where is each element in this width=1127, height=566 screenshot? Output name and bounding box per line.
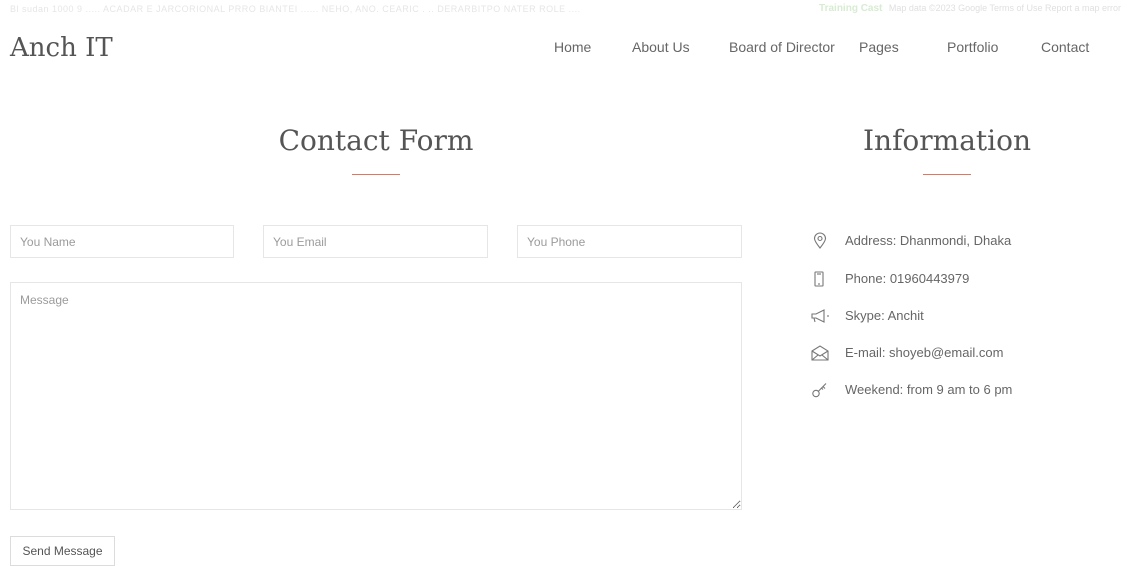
top-map-strip: Bl sudan 1000 9 ..... ACADAR E JARCORION… (0, 0, 1127, 26)
information-title: Information (862, 124, 1032, 157)
contact-title-underline (352, 174, 400, 175)
envelope-icon (810, 344, 830, 362)
key-icon (810, 381, 830, 399)
info-skype: Skype: Anchit (810, 307, 1120, 327)
nav-home[interactable]: Home (554, 39, 591, 55)
info-weekend-text: Weekend: from 9 am to 6 pm (845, 382, 1013, 397)
contact-form-title: Contact Form (278, 124, 474, 157)
info-phone: Phone: 01960443979 (810, 270, 1120, 290)
phone-icon (810, 270, 830, 288)
info-email: E-mail: shoyeb@email.com (810, 344, 1120, 364)
map-strip-text: Bl sudan 1000 9 ..... ACADAR E JARCORION… (10, 4, 581, 14)
nav-contact[interactable]: Contact (1041, 39, 1089, 55)
info-email-text: E-mail: shoyeb@email.com (845, 345, 1004, 360)
info-weekend: Weekend: from 9 am to 6 pm (810, 381, 1120, 401)
map-pin-icon (810, 232, 830, 250)
nav-pages[interactable]: Pages (859, 39, 899, 55)
main-nav: Home About Us Board of Director Pages Po… (0, 39, 1127, 59)
email-input[interactable] (263, 225, 488, 258)
info-skype-text: Skype: Anchit (845, 308, 924, 323)
phone-input[interactable] (517, 225, 742, 258)
information-title-underline (923, 174, 971, 175)
send-message-button[interactable]: Send Message (10, 536, 115, 566)
megaphone-icon (810, 307, 830, 325)
info-address-text: Address: Dhanmondi, Dhaka (845, 233, 1012, 248)
info-phone-text: Phone: 01960443979 (845, 271, 970, 286)
nav-board-of-director[interactable]: Board of Director (729, 39, 835, 55)
message-textarea[interactable] (10, 282, 742, 510)
nav-portfolio[interactable]: Portfolio (947, 39, 998, 55)
info-address: Address: Dhanmondi, Dhaka (810, 232, 1120, 252)
nav-about-us[interactable]: About Us (632, 39, 690, 55)
map-attribution-text: Map data ©2023 Google Terms of Use Repor… (888, 3, 1121, 13)
map-strip-highlight: Training Cast (819, 3, 883, 14)
map-attribution: Training Cast Map data ©2023 Google Term… (819, 3, 1121, 14)
name-input[interactable] (10, 225, 234, 258)
